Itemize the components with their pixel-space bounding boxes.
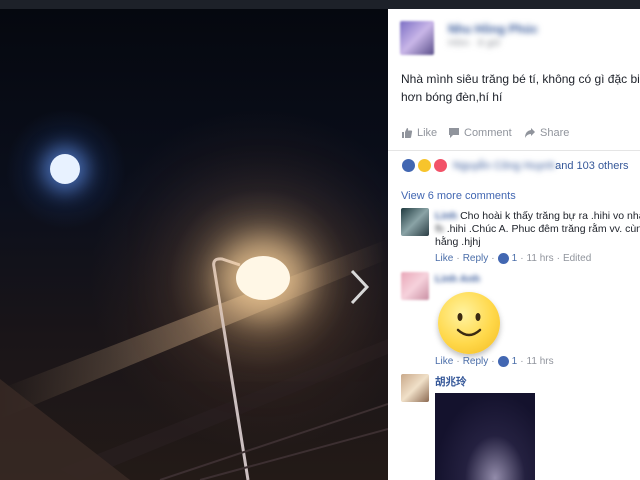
comment-time[interactable]: 11 hrs <box>527 253 554 264</box>
chevron-right-icon[interactable] <box>347 267 373 307</box>
like-button[interactable]: Like <box>401 127 437 139</box>
comment-like-count[interactable]: 1 <box>512 356 518 367</box>
comment-1-line-3: hằng .hjhj <box>435 236 481 248</box>
like-count-icon <box>497 356 509 367</box>
post-meta: Hôm · 8 giờ <box>448 38 501 49</box>
comment-edited[interactable]: Edited <box>563 253 591 264</box>
post-text-line-1: Nhà mình siêu trăng bé tí, không có gì đ… <box>401 72 640 86</box>
haha-reaction-icon <box>417 158 432 173</box>
post-text-line-2: hơn bóng đèn,hí hí <box>401 90 503 104</box>
comment-author[interactable]: Linh Anh <box>435 273 480 285</box>
comment-author[interactable]: 胡兆玲 <box>435 376 467 389</box>
comment-photo[interactable] <box>435 393 535 480</box>
comment-2-header: Linh Anh <box>435 273 480 286</box>
post-text: Nhà mình siêu trăng bé tí, không có gì đ… <box>401 70 640 106</box>
comment-1-line-2: fb .hihi .Chúc A. Phuc đêm trăng rằm vv.… <box>435 223 640 236</box>
smiley-sticker <box>438 292 500 354</box>
comment-like-link[interactable]: Like <box>435 253 453 264</box>
reaction-others[interactable]: and 103 others <box>555 160 628 172</box>
smiley-face-icon <box>456 313 482 337</box>
share-label: Share <box>540 127 570 139</box>
photo-light-rays <box>0 239 388 480</box>
photo-viewer[interactable] <box>0 9 388 480</box>
like-reaction-icon <box>401 158 416 173</box>
post-actions: Like Comment Share <box>388 120 640 151</box>
share-icon <box>525 128 535 138</box>
comment-2-actions: Like · Reply · 1 · 11 hrs <box>435 356 554 367</box>
top-bar <box>0 0 640 9</box>
comment-avatar[interactable] <box>401 208 429 236</box>
share-button[interactable]: Share <box>524 127 569 139</box>
like-label: Like <box>417 127 438 139</box>
comment-time[interactable]: 11 hrs <box>527 356 554 367</box>
reactions-summary[interactable]: Nguyễn Công Huynh and 103 others <box>401 158 629 173</box>
comment-author[interactable]: Linh <box>435 210 457 222</box>
like-count-icon <box>497 253 509 264</box>
comment-avatar[interactable] <box>401 272 429 300</box>
comment-text: Cho hoài k thấy trăng bự ra .hihi vo nhà <box>460 210 640 222</box>
comment-button[interactable]: Comment <box>448 127 512 139</box>
comment-mention[interactable]: fb <box>435 223 444 235</box>
comment-label: Comment <box>464 127 512 139</box>
comment-1-line-1: Linh Cho hoài k thấy trăng bự ra .hihi v… <box>435 210 640 223</box>
comment-icon <box>449 128 459 138</box>
author-avatar[interactable] <box>400 21 434 55</box>
reaction-names[interactable]: Nguyễn Công Huynh <box>453 160 555 172</box>
love-reaction-icon <box>433 158 448 173</box>
street-lamp-light <box>236 256 290 300</box>
author-name[interactable]: Nhu Hồng Phúc <box>448 22 538 36</box>
comment-reply-link[interactable]: Reply <box>463 253 489 264</box>
comment-reply-link[interactable]: Reply <box>463 356 489 367</box>
thumbs-up-icon <box>402 128 413 138</box>
moon <box>50 154 80 184</box>
view-more-comments-link[interactable]: View 6 more comments <box>401 190 516 202</box>
comment-avatar[interactable] <box>401 374 429 402</box>
comment-like-link[interactable]: Like <box>435 356 453 367</box>
comment-1-actions: Like · Reply · 1 · 11 hrs · Edited <box>435 253 592 264</box>
comment-text: .hihi .Chúc A. Phuc đêm trăng rằm vv. cù… <box>446 223 640 235</box>
comment-like-count[interactable]: 1 <box>512 253 518 264</box>
